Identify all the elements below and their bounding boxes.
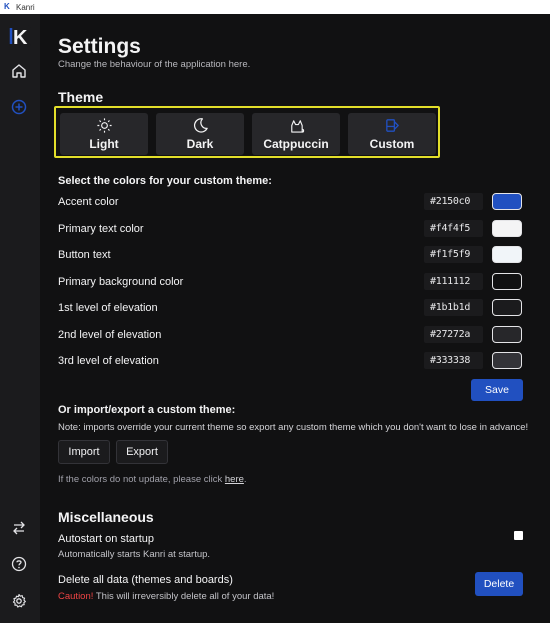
- accent-color-swatch[interactable]: [492, 193, 522, 210]
- primary-background-color-label: Primary background color: [58, 276, 184, 288]
- theme-heading: Theme: [58, 89, 104, 105]
- settings-icon: [12, 593, 26, 608]
- help-icon: [11, 556, 27, 572]
- custom-theme-heading: Select the colors for your custom theme:: [58, 175, 272, 187]
- theme-dark-label: Dark: [186, 137, 214, 151]
- import-button[interactable]: Import: [58, 440, 110, 464]
- delete-button[interactable]: Delete: [475, 572, 523, 596]
- import-export-note: Note: imports override your current them…: [58, 422, 529, 433]
- miscellaneous-heading: Miscellaneous: [58, 509, 154, 525]
- settings-button[interactable]: [8, 590, 30, 612]
- page-title: Settings: [58, 35, 141, 58]
- import-export-heading: Or import/export a custom theme:: [58, 404, 236, 416]
- cat-icon: [290, 120, 304, 133]
- add-board-button[interactable]: [8, 96, 30, 118]
- theme-catppuccin-label: Catppuccin: [263, 137, 329, 151]
- primary-background-color-swatch[interactable]: [492, 273, 522, 290]
- color-update-hint: If the colors do not update, please clic…: [58, 474, 247, 485]
- primary-background-color-hex-input[interactable]: #111112: [424, 273, 483, 290]
- logo-letter: K: [13, 27, 28, 47]
- delete-warning-text: This will irreversibly delete all of you…: [93, 591, 275, 602]
- autostart-checkbox[interactable]: [514, 531, 523, 540]
- theme-light-button[interactable]: Light: [60, 113, 148, 155]
- theme-selector: Light Dark Catppuccin Custom: [54, 106, 440, 158]
- theme-custom-button[interactable]: Custom: [348, 113, 436, 155]
- accent-color-hex-input[interactable]: #2150c0: [424, 193, 483, 210]
- theme-custom-label: Custom: [369, 137, 415, 151]
- delete-data-label: Delete all data (themes and boards): [58, 574, 233, 586]
- window-title: Kanri: [16, 2, 35, 12]
- app-logo-icon: K: [4, 2, 10, 11]
- button-text-color-hex-input[interactable]: #f1f5f9: [424, 246, 483, 263]
- elevation-1-swatch[interactable]: [492, 299, 522, 316]
- palette-icon: [385, 119, 399, 132]
- page-subtitle: Change the behaviour of the application …: [58, 59, 251, 70]
- theme-dark-button[interactable]: Dark: [156, 113, 244, 155]
- switch-button[interactable]: [8, 517, 30, 539]
- elevation-2-label: 2nd level of elevation: [58, 329, 162, 341]
- autostart-description: Automatically starts Kanri at startup.: [58, 549, 211, 560]
- caution-text: Caution!: [58, 591, 94, 602]
- add-board-icon: [11, 99, 27, 115]
- primary-text-color-hex-input[interactable]: #f4f4f5: [424, 220, 483, 237]
- help-button[interactable]: [8, 553, 30, 575]
- color-update-hint-text: If the colors do not update, please clic…: [58, 474, 225, 485]
- home-icon: [12, 64, 26, 78]
- elevation-1-hex-input[interactable]: #1b1b1d: [424, 299, 483, 316]
- primary-text-color-label: Primary text color: [58, 223, 144, 235]
- export-button[interactable]: Export: [116, 440, 168, 464]
- kanri-logo: K: [9, 25, 31, 49]
- primary-text-color-swatch[interactable]: [492, 220, 522, 237]
- button-text-color-label: Button text: [58, 249, 111, 261]
- autostart-label: Autostart on startup: [58, 533, 154, 545]
- color-update-hint-end: .: [243, 474, 247, 485]
- moon-icon: [193, 118, 208, 133]
- elevation-2-hex-input[interactable]: #27272a: [424, 326, 483, 343]
- home-button[interactable]: [8, 60, 30, 82]
- delete-data-description: Caution! This will irreversibly delete a…: [58, 591, 274, 602]
- elevation-1-label: 1st level of elevation: [58, 302, 158, 314]
- sidebar: K: [0, 14, 40, 623]
- theme-light-label: Light: [89, 137, 119, 151]
- switch-icon: [13, 521, 25, 535]
- theme-catppuccin-button[interactable]: Catppuccin: [252, 113, 340, 155]
- elevation-3-label: 3rd level of elevation: [58, 355, 159, 367]
- elevation-2-swatch[interactable]: [492, 326, 522, 343]
- window-titlebar: K Kanri: [0, 0, 550, 14]
- sun-icon: [96, 118, 112, 133]
- accent-color-label: Accent color: [58, 196, 119, 208]
- elevation-3-hex-input[interactable]: #333338: [424, 352, 483, 369]
- settings-page: Settings Change the behaviour of the app…: [40, 14, 550, 623]
- elevation-3-swatch[interactable]: [492, 352, 522, 369]
- save-button[interactable]: Save: [471, 379, 523, 401]
- color-update-link[interactable]: here: [225, 474, 244, 485]
- button-text-color-swatch[interactable]: [492, 246, 522, 263]
